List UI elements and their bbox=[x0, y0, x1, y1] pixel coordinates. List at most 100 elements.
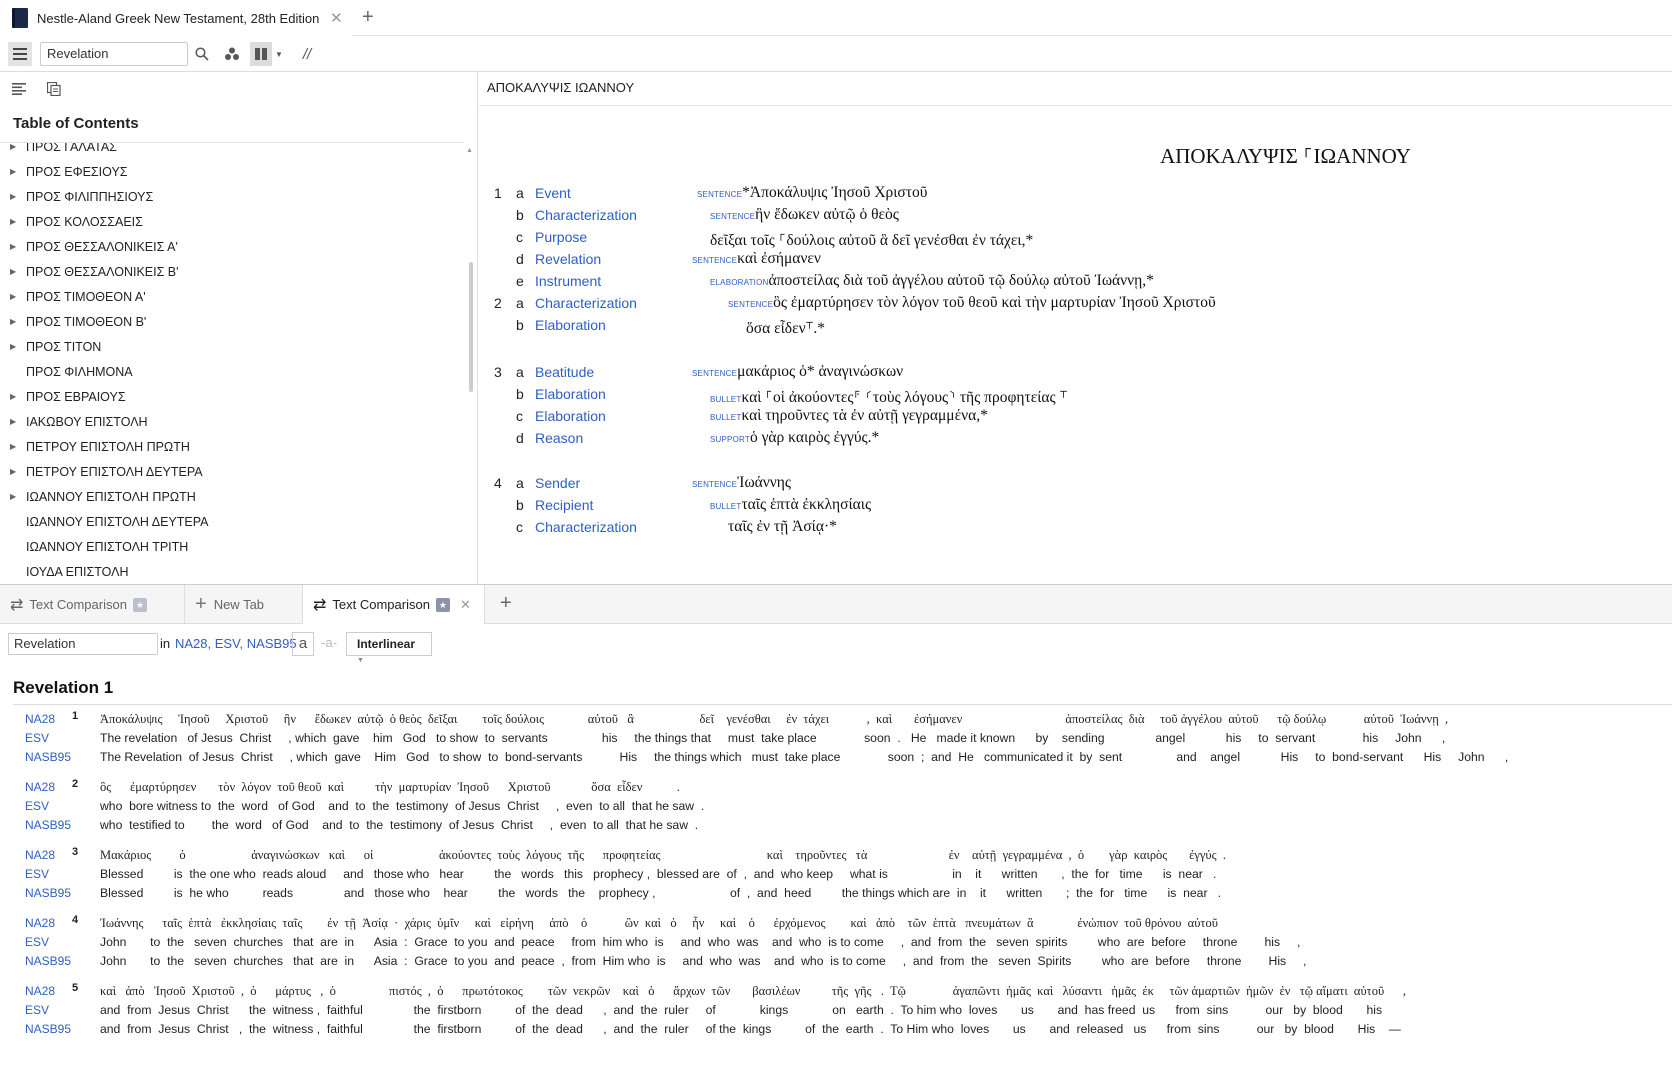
version-label[interactable]: ESV bbox=[25, 867, 49, 881]
parallel-icon[interactable]: // bbox=[298, 44, 316, 64]
search-icon[interactable] bbox=[192, 44, 212, 64]
font-toggle-button[interactable]: a bbox=[292, 632, 314, 656]
expand-arrow-icon[interactable]: ▶ bbox=[10, 317, 26, 326]
close-icon[interactable]: ✕ bbox=[330, 9, 343, 27]
toc-item-label: ΙΩΑΝΝΟΥ ΕΠΙΣΤΟΛΗ ΠΡΩΤΗ bbox=[26, 489, 196, 504]
toc-item[interactable]: ▶ ΠΡΟΣ ΤΙΜΟΘΕΟΝ Α' bbox=[0, 284, 464, 309]
clause-label-link[interactable]: Reason bbox=[535, 430, 583, 446]
toc-item[interactable]: ΠΡΟΣ ΦΙΛΗΜΟΝΑ bbox=[0, 359, 464, 384]
expand-arrow-icon[interactable]: ▶ bbox=[10, 492, 26, 501]
book-title: ΑΠΟΚΑΛΥΨΙΣ ⸀ΙΩΑΝΝΟΥ bbox=[1160, 144, 1411, 168]
tab-text-comparison-2[interactable]: ⇄ Text Comparison ★ ✕ bbox=[303, 585, 485, 624]
clause-label-link[interactable]: Elaboration bbox=[535, 386, 606, 402]
expand-arrow-icon[interactable]: ▶ bbox=[10, 392, 26, 401]
expand-arrow-icon[interactable]: ▶ bbox=[10, 292, 26, 301]
layout-icon[interactable] bbox=[250, 42, 272, 66]
expand-arrow-icon[interactable]: ▶ bbox=[10, 167, 26, 176]
document-tab[interactable]: Nestle-Aland Greek New Testament, 28th E… bbox=[0, 0, 352, 36]
version-label[interactable]: NA28 bbox=[25, 712, 55, 726]
view-mode-dropdown[interactable]: Interlinear ▼ bbox=[346, 632, 432, 664]
clause-label-link[interactable]: Elaboration bbox=[535, 408, 606, 424]
clause-label-link[interactable]: Beatitude bbox=[535, 364, 594, 380]
copy-icon[interactable] bbox=[46, 81, 61, 99]
toc-item[interactable]: ▶ ΠΕΤΡΟΥ ΕΠΙΣΤΟΛΗ ΠΡΩΤΗ bbox=[0, 434, 464, 459]
add-tab-icon[interactable]: + bbox=[500, 592, 512, 615]
toc-scrollbar[interactable] bbox=[469, 262, 473, 392]
toc-item[interactable]: ▶ ΠΡΟΣ ΚΟΛΟΣΣΑΕΙΣ bbox=[0, 209, 464, 234]
interlinear-line: Ἰωάννης ταῖς ἑπτὰ ἐκκλησίαις ταῖς ἐν τῇ … bbox=[100, 916, 1218, 930]
version-label[interactable]: NASB95 bbox=[25, 818, 71, 832]
version-label[interactable]: NASB95 bbox=[25, 750, 71, 764]
expand-arrow-icon[interactable]: ▶ bbox=[10, 192, 26, 201]
comparison-reference-input[interactable]: Revelation bbox=[8, 633, 158, 655]
toc-item[interactable]: ▶ ΙΑΚΩΒΟΥ ΕΠΙΣΤΟΛΗ bbox=[0, 409, 464, 434]
version-label[interactable]: ESV bbox=[25, 1003, 49, 1017]
toc-item[interactable]: ΙΟΥΔΑ ΕΠΙΣΤΟΛΗ bbox=[0, 559, 464, 582]
toc-list-icon[interactable] bbox=[12, 83, 26, 98]
add-tab-icon[interactable]: + bbox=[362, 6, 374, 29]
toc-item[interactable]: ΙΩΑΝΝΟΥ ΕΠΙΣΤΟΛΗ ΔΕΥΤΕΡΑ bbox=[0, 509, 464, 534]
toc-item[interactable]: ▶ ΠΡΟΣ ΤΙΜΟΘΕΟΝ Β' bbox=[0, 309, 464, 334]
clause-label-link[interactable]: Characterization bbox=[535, 295, 637, 311]
expand-arrow-icon[interactable]: ▶ bbox=[10, 342, 26, 351]
version-label[interactable]: ESV bbox=[25, 731, 49, 745]
toc-item[interactable]: ▶ ΙΩΑΝΝΟΥ ΕΠΙΣΤΟΛΗ ΠΡΩΤΗ bbox=[0, 484, 464, 509]
close-icon[interactable]: ✕ bbox=[460, 597, 471, 613]
expand-arrow-icon[interactable]: ▶ bbox=[10, 442, 26, 451]
tab-new[interactable]: + New Tab bbox=[185, 585, 303, 624]
toc-item-label: ΠΕΤΡΟΥ ΕΠΙΣΤΟΛΗ ΔΕΥΤΕΡΑ bbox=[26, 464, 203, 479]
clause-label-link[interactable]: Characterization bbox=[535, 519, 637, 535]
tab-text-comparison-1[interactable]: ⇄ Text Comparison ★ bbox=[0, 585, 185, 624]
clause-label-link[interactable]: Recipient bbox=[535, 497, 593, 513]
toolbar: Revelation ▼ // bbox=[0, 36, 1672, 72]
version-label[interactable]: NASB95 bbox=[25, 886, 71, 900]
strike-toggle-button[interactable]: -a- bbox=[318, 632, 340, 656]
version-label[interactable]: NASB95 bbox=[25, 954, 71, 968]
expand-arrow-icon[interactable]: ▶ bbox=[10, 417, 26, 426]
toc-item[interactable]: ▶ ΠΡΟΣ ΤΙΤΟΝ bbox=[0, 334, 464, 359]
toc-item[interactable]: ▶ ΠΡΟΣ ΕΦΕΣΙΟΥΣ bbox=[0, 159, 464, 184]
interlinear-line: Blessed is the one who reads aloud and t… bbox=[100, 867, 1217, 881]
version-label[interactable]: NA28 bbox=[25, 780, 55, 794]
clause-label-link[interactable]: Characterization bbox=[535, 207, 637, 223]
interlinear-line: and from Jesus Christ , the witness , fa… bbox=[100, 1022, 1401, 1036]
scroll-up-icon[interactable]: ▲ bbox=[466, 147, 473, 154]
toc-item[interactable]: ΙΩΑΝΝΟΥ ΕΠΙΣΤΟΛΗ ΤΡΙΤΗ bbox=[0, 534, 464, 559]
toc-item[interactable]: ▶ ΠΡΟΣ ΓΑΛΑΤΑΣ bbox=[0, 143, 464, 159]
toc-item[interactable]: ▶ ΠΡΟΣ ΦΙΛΙΠΠΗΣΙΟΥΣ bbox=[0, 184, 464, 209]
expand-arrow-icon[interactable]: ▶ bbox=[10, 143, 26, 151]
expand-arrow-icon[interactable]: ▶ bbox=[10, 267, 26, 276]
version-label[interactable]: NA28 bbox=[25, 916, 55, 930]
toc-item[interactable]: ▶ ΠΡΟΣ ΕΒΡΑΙΟΥΣ bbox=[0, 384, 464, 409]
version-label[interactable]: NA28 bbox=[25, 984, 55, 998]
toc-item[interactable]: ▶ ΠΡΟΣ ΘΕΣΣΑΛΟΝΙΚΕΙΣ Α' bbox=[0, 234, 464, 259]
star-icon[interactable]: ★ bbox=[132, 597, 147, 612]
expand-arrow-icon[interactable]: ▶ bbox=[10, 217, 26, 226]
verse-block: 5 NA28 καὶ ἀπὸ Ἰησοῦ Χριστοῦ , ὁ μάρτυς , … bbox=[0, 982, 1672, 1044]
expand-arrow-icon[interactable]: ▶ bbox=[10, 467, 26, 476]
clause-label-link[interactable]: Event bbox=[535, 185, 571, 201]
versions-link[interactable]: NA28, ESV, NASB95 bbox=[175, 636, 297, 651]
greek-text: δεῖξαι τοῖς ⸀δούλοις αὐτοῦ ἃ δεῖ γενέσθα… bbox=[710, 228, 1033, 250]
reference-input[interactable]: Revelation bbox=[40, 42, 188, 66]
clause-label-link[interactable]: Elaboration bbox=[535, 317, 606, 333]
outline-row: c Characterization ταῖς ἐν τῇ Ἀσίᾳ·* bbox=[479, 518, 1672, 541]
version-label[interactable]: ESV bbox=[25, 799, 49, 813]
version-label[interactable]: NASB95 bbox=[25, 1022, 71, 1036]
clause-label-link[interactable]: Sender bbox=[535, 475, 580, 491]
clause-label-link[interactable]: Instrument bbox=[535, 273, 601, 289]
toc-item[interactable]: ▶ ΠΡΟΣ ΘΕΣΣΑΛΟΝΙΚΕΙΣ Β' bbox=[0, 259, 464, 284]
toc-item-label: ΠΡΟΣ ΤΙΤΟΝ bbox=[26, 339, 102, 354]
clause-label-link[interactable]: Purpose bbox=[535, 229, 587, 245]
visual-filter-icon[interactable] bbox=[222, 44, 242, 64]
expand-arrow-icon[interactable]: ▶ bbox=[10, 242, 26, 251]
version-label[interactable]: ESV bbox=[25, 935, 49, 949]
toc-item[interactable]: ▶ ΠΕΤΡΟΥ ΕΠΙΣΤΟΛΗ ΔΕΥΤΕΡΑ bbox=[0, 459, 464, 484]
version-label[interactable]: NA28 bbox=[25, 848, 55, 862]
clause-label-link[interactable]: Revelation bbox=[535, 251, 601, 267]
clause-letter: d bbox=[516, 430, 524, 446]
chevron-down-icon[interactable]: ▼ bbox=[274, 48, 284, 60]
menu-icon[interactable] bbox=[8, 42, 32, 66]
star-icon[interactable]: ★ bbox=[435, 597, 450, 612]
clause-text: καὶ ἐσήμανεν bbox=[737, 250, 821, 267]
